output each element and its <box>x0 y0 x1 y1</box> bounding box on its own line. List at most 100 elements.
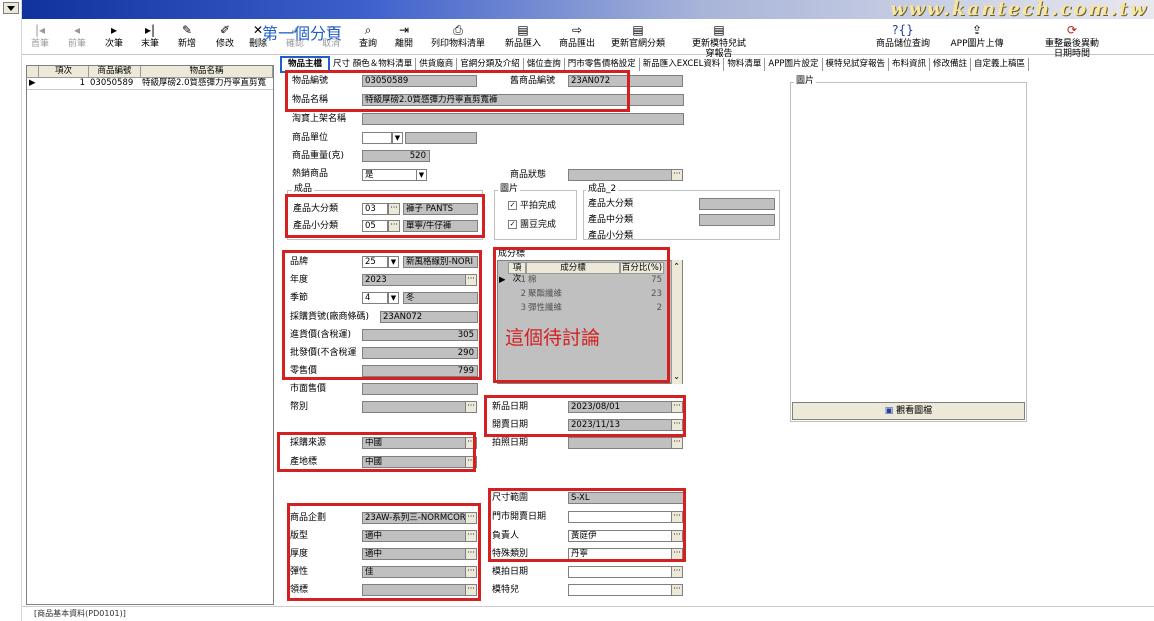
shoot-date-label: 拍照日期 <box>492 438 529 448</box>
toolbar-label-14: 更新官網分類 <box>610 39 665 49</box>
toolbar-button-14[interactable]: ▤ 更新官網分類 <box>608 22 668 49</box>
currency-field[interactable] <box>362 401 466 413</box>
item-list-grid[interactable]: 項次 商品編號 物品名稱 ▶ 1 03050589 特級厚磅2.0質感彈力丹寧直… <box>26 65 274 605</box>
finished2-mid-label: 產品中分類 <box>588 215 634 225</box>
toolbar-button-10[interactable]: ⇥ 離開 <box>374 22 434 49</box>
model-done-label: 團豆完成 <box>520 220 557 230</box>
finished2-big-label: 產品大分類 <box>588 199 634 209</box>
model-done-checkbox[interactable]: ✓ 團豆完成 <box>508 220 556 231</box>
taobao-name-label: 淘寶上架名稱 <box>292 114 347 124</box>
toolbar-button-11[interactable]: ⎙ 列印物料清單 <box>428 22 488 49</box>
currency-lookup[interactable]: ··· <box>465 401 477 413</box>
toolbar-label-17: APP圖片上傳 <box>950 39 1004 49</box>
annotation-box-2 <box>282 250 482 380</box>
photo-status-group <box>494 190 577 240</box>
photo-status-group-title: 圖片 <box>498 184 521 194</box>
picture-group <box>790 82 1027 422</box>
toolbar-icon-15: ▤ <box>713 23 725 37</box>
finished2-big-field[interactable] <box>699 198 775 210</box>
left-gutter <box>0 0 22 621</box>
table-row[interactable]: ▶ 1 03050589 特級厚磅2.0質感彈力丹寧直剪寬 <box>27 78 273 90</box>
hot-label: 熱銷商品 <box>292 169 329 179</box>
grid-row-selector-header <box>27 66 39 78</box>
weight-label: 商品重量(克) <box>292 151 345 161</box>
unit-desc-field[interactable] <box>405 132 477 144</box>
status-field[interactable] <box>568 169 672 181</box>
tab-strip: 物品主檔 尺寸 顏色＆物料清單 供貨廠商 官網分類及介紹 儲位查詢 門市零售價格設定 新品匯… <box>280 56 1030 73</box>
model-shoot-picker[interactable]: ··· <box>671 566 683 578</box>
finished2-small-label: 產品小分類 <box>588 231 634 241</box>
toolbar-label-12: 新品匯入 <box>504 39 541 49</box>
toolbar: |◂ 首筆 ◂ 前筆 ▸ 次筆 ▸| 末筆 ✎ 新增 ✐ 修改 ✕ 刪除 ✓ 確認 ↶ 取消 ⌕ 查詢 ⇥ 離開 ⎙ 列印物料… <box>22 19 1154 59</box>
model-label: 模特兒 <box>492 585 520 595</box>
market-price-label: 市面售價 <box>290 384 327 394</box>
view-image-label: 觀看圖檔 <box>896 406 933 416</box>
watermark-logo: www.kantech.com.tw <box>889 0 1148 20</box>
model-shoot-label: 模拍日期 <box>492 567 529 577</box>
tab-8[interactable]: APP圖片設定 <box>765 58 823 71</box>
scroll-down-icon: ⌄ <box>673 372 681 382</box>
tab-10[interactable]: 布料資訊 <box>889 58 931 71</box>
annotation-box-7 <box>488 488 686 562</box>
annotation-first-tab: 第一個分頁 <box>262 24 343 43</box>
annotation-box-6 <box>287 503 481 601</box>
model-lookup[interactable]: ··· <box>671 584 683 596</box>
toolbar-label-4: 新增 <box>177 39 196 49</box>
shoot-date-picker[interactable]: ··· <box>671 437 683 449</box>
status-bar: [商品基本資料(PD0101)] <box>22 606 1154 621</box>
title-bar: www.kantech.com.tw <box>22 0 1154 20</box>
currency-label: 幣別 <box>290 402 309 412</box>
annotation-box-1 <box>285 194 485 238</box>
flat-shot-checkbox[interactable]: ✓ 平拍完成 <box>508 201 556 212</box>
toolbar-button-15[interactable]: ▤ 更新模特兒試穿報告 <box>689 22 749 59</box>
toolbar-button-13[interactable]: ⇨ 商品匯出 <box>547 22 607 49</box>
toolbar-button-18[interactable]: ⟳ 重整最後異動日期時間 <box>1042 22 1102 59</box>
toolbar-icon-13: ⇨ <box>571 23 583 37</box>
flat-shot-label: 平拍完成 <box>520 201 557 211</box>
hot-field[interactable]: 是 <box>362 169 417 181</box>
scroll-up-icon: ⌃ <box>673 262 681 272</box>
row-no: 1 <box>79 78 85 88</box>
view-image-button[interactable]: ▣ 觀看圖檔 <box>792 402 1025 420</box>
composition-scrollbar[interactable] <box>671 260 682 384</box>
toolbar-icon-14: ▤ <box>632 23 644 37</box>
toolbar-label-11: 列印物料清單 <box>430 39 485 49</box>
row-name: 特級厚磅2.0質感彈力丹寧直剪寬 <box>142 78 267 88</box>
unit-dropdown[interactable]: ▼ <box>392 132 403 144</box>
tab-12[interactable]: 自定義上稿區 <box>971 58 1030 71</box>
annotation-box-3 <box>493 247 670 383</box>
status-label: 商品狀態 <box>510 170 547 180</box>
tab-9[interactable]: 模特兒試穿報告 <box>823 58 890 71</box>
toolbar-button-12[interactable]: ▤ 新品匯入 <box>493 22 553 49</box>
toolbar-label-18: 重整最後異動日期時間 <box>1044 39 1099 59</box>
finished2-mid-field[interactable] <box>699 214 775 226</box>
shoot-date-field[interactable] <box>568 437 672 449</box>
toolbar-icon-18: ⟳ <box>1066 23 1078 37</box>
toolbar-button-17[interactable]: ⇪ APP圖片上傳 <box>947 22 1007 49</box>
toolbar-label-16: 商品儲位查詢 <box>875 39 930 49</box>
unit-field[interactable] <box>362 132 392 144</box>
toolbar-icon-12: ▤ <box>517 23 529 37</box>
taobao-name-field[interactable] <box>362 113 684 125</box>
toolbar-icon-16: ?{} <box>892 23 914 37</box>
annotation-box-5 <box>277 432 476 472</box>
grid-header-no: 項次 <box>39 66 89 78</box>
tab-6[interactable]: 新品匯入EXCEL資料 <box>640 58 725 71</box>
weight-field[interactable]: 520 <box>362 150 430 162</box>
toolbar-button-16[interactable]: ?{} 商品儲位查詢 <box>873 22 933 49</box>
tab-11[interactable]: 修改備註 <box>930 58 972 71</box>
toolbar-label-13: 商品匯出 <box>558 39 595 49</box>
grid-header-name: 物品名稱 <box>141 66 273 78</box>
dropdown-toggle-icon[interactable] <box>3 2 19 14</box>
model-shoot-field[interactable] <box>568 566 672 578</box>
hot-dropdown[interactable]: ▼ <box>416 169 427 181</box>
toolbar-icon-11: ⎙ <box>453 23 463 37</box>
model-field[interactable] <box>568 584 672 596</box>
image-icon: ▣ <box>884 406 897 416</box>
status-lookup-button[interactable]: ··· <box>671 169 683 181</box>
market-price-field[interactable] <box>362 383 478 395</box>
toolbar-label-10: 離開 <box>394 39 413 49</box>
tab-7[interactable]: 物料清單 <box>724 58 766 71</box>
grid-header-code: 商品編號 <box>89 66 141 78</box>
finished-group-title: 成品 <box>292 184 315 194</box>
